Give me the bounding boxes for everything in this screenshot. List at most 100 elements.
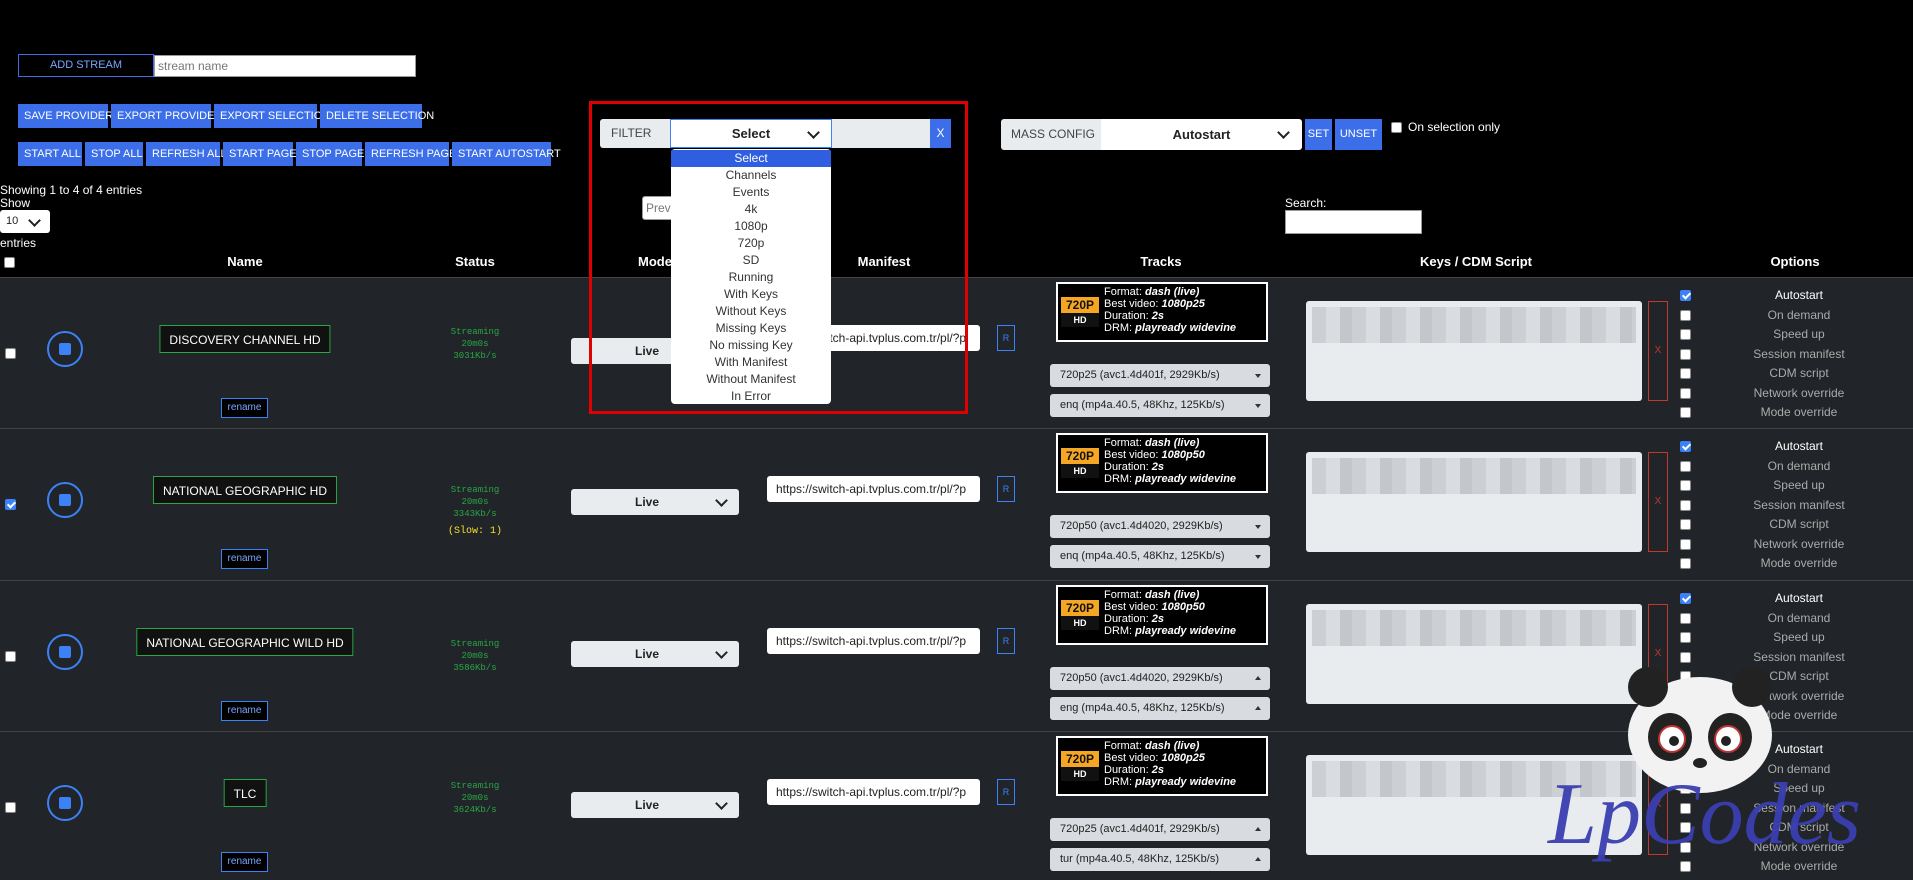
row-select-checkbox[interactable]	[5, 499, 16, 510]
refresh-manifest-button[interactable]: R	[997, 779, 1015, 805]
rename-button[interactable]: rename	[221, 549, 268, 569]
manifest-input[interactable]: https://switch-api.tvplus.com.tr/pl/?p	[767, 476, 980, 502]
column-header-keys[interactable]: Keys / CDM Script	[1376, 254, 1576, 269]
search-label: Search:	[1285, 196, 1327, 210]
stop-stream-button[interactable]	[47, 482, 83, 518]
audio-track-select[interactable]: eng (mp4a.40.5, 48Khz, 125Kb/s)	[1050, 697, 1270, 720]
on-selection-only-checkbox[interactable]	[1391, 122, 1402, 133]
track-info: 720P HD Format: dash (live) Best video: …	[1056, 736, 1268, 796]
option-checkbox[interactable]	[1680, 480, 1691, 491]
option-checkbox[interactable]	[1680, 499, 1691, 511]
option-checkbox[interactable]	[1680, 593, 1691, 604]
mass-config-set-button[interactable]: SET	[1305, 119, 1332, 150]
audio-track-select[interactable]: enq (mp4a.40.5, 48Khz, 125Kb/s)	[1050, 545, 1270, 568]
option-label: CDM script	[1769, 366, 1829, 380]
drm-label: DRM:	[1104, 625, 1133, 637]
video-track-select[interactable]: 720p25 (avc1.4d401f, 2929Kb/s)	[1050, 364, 1270, 387]
search-input[interactable]	[1285, 210, 1422, 234]
chevron-down-icon	[1277, 126, 1290, 139]
row-select-checkbox[interactable]	[5, 348, 16, 359]
option-checkbox[interactable]	[1680, 368, 1691, 379]
status-state: Streaming	[450, 485, 500, 495]
column-header-tracks[interactable]: Tracks	[1101, 254, 1221, 269]
toolbar-button-start-autostart[interactable]: START AUTOSTART	[452, 142, 561, 166]
caret-down-icon	[1255, 555, 1261, 559]
option-checkbox[interactable]	[1680, 632, 1691, 643]
keys-textarea[interactable]	[1306, 301, 1642, 401]
clear-keys-button[interactable]: X	[1648, 301, 1668, 401]
toolbar-button-refresh-page[interactable]: REFRESH PAGE	[365, 142, 456, 166]
audio-track-select[interactable]: tur (mp4a.40.5, 48Khz, 125Kb/s)	[1050, 848, 1270, 871]
mode-select[interactable]: Live	[571, 792, 739, 818]
stop-stream-button[interactable]	[47, 785, 83, 821]
option-checkbox[interactable]	[1680, 348, 1691, 360]
column-header-name[interactable]: Name	[185, 254, 305, 269]
option-label: On demand	[1767, 458, 1831, 473]
caret-down-icon	[1255, 374, 1261, 378]
option-checkbox[interactable]	[1680, 407, 1691, 418]
rename-button[interactable]: rename	[221, 701, 268, 721]
option-checkbox[interactable]	[1680, 558, 1691, 569]
option-checkbox[interactable]	[1680, 329, 1691, 340]
toolbar-button-delete-selection[interactable]: DELETE SELECTION	[320, 104, 434, 128]
toolbar-button-export-provider[interactable]: EXPORT PROVIDER	[111, 104, 222, 128]
select-all-checkbox[interactable]	[4, 257, 15, 268]
caret-up-icon	[1255, 827, 1261, 831]
row-select-checkbox[interactable]	[5, 802, 16, 813]
toolbar-button-save-provider[interactable]: SAVE PROVIDER	[18, 104, 113, 128]
keys-textarea[interactable]	[1306, 452, 1642, 552]
refresh-manifest-button[interactable]: R	[997, 325, 1015, 351]
option-checkbox[interactable]	[1680, 309, 1691, 321]
stop-stream-button[interactable]	[47, 331, 83, 367]
option-checkbox[interactable]	[1680, 538, 1691, 550]
manifest-input[interactable]: https://switch-api.tvplus.com.tr/pl/?p	[767, 779, 980, 805]
option-checkbox[interactable]	[1680, 460, 1691, 472]
refresh-manifest-button[interactable]: R	[997, 476, 1015, 502]
resolution-badge: 720P HD	[1061, 297, 1099, 327]
drm-label: DRM:	[1104, 322, 1133, 334]
option-checkbox[interactable]	[1680, 612, 1691, 624]
clear-keys-button[interactable]: X	[1648, 452, 1668, 552]
rename-button[interactable]: rename	[221, 852, 268, 872]
column-header-status[interactable]: Status	[415, 254, 535, 269]
keys-textarea[interactable]	[1306, 604, 1642, 704]
manifest-input[interactable]: https://switch-api.tvplus.com.tr/pl/?p	[767, 628, 980, 654]
stop-icon	[59, 797, 71, 809]
mass-config-selected-value: Autostart	[1172, 127, 1231, 142]
toolbar-button-stop-all[interactable]: STOP ALL	[85, 142, 143, 166]
row-select-checkbox[interactable]	[5, 651, 16, 662]
option-checkbox[interactable]	[1680, 290, 1691, 301]
video-track-value: 720p25 (avc1.4d401f, 2929Kb/s)	[1060, 823, 1220, 835]
status-duration: 20m0s	[461, 339, 489, 349]
option-checkbox[interactable]	[1680, 387, 1691, 399]
video-track-select[interactable]: 720p25 (avc1.4d401f, 2929Kb/s)	[1050, 818, 1270, 841]
mode-select[interactable]: Live	[571, 489, 739, 515]
caret-up-icon	[1255, 676, 1261, 680]
option-checkbox[interactable]	[1680, 519, 1691, 530]
option-checkbox[interactable]	[1680, 441, 1691, 452]
duration-label: Duration:	[1104, 310, 1149, 322]
toolbar-button-start-all[interactable]: START ALL	[18, 142, 82, 166]
toolbar-button-start-page[interactable]: START PAGE	[223, 142, 297, 166]
duration-label: Duration:	[1104, 461, 1149, 473]
mode-select[interactable]: Live	[571, 641, 739, 667]
video-track-select[interactable]: 720p50 (avc1.4d4020, 2929Kb/s)	[1050, 515, 1270, 538]
resolution-badge: 720P HD	[1061, 600, 1099, 630]
toolbar-button-export-selection[interactable]: EXPORT SELECTION	[214, 104, 330, 128]
column-header-options[interactable]: Options	[1735, 254, 1855, 269]
chevron-down-icon	[715, 494, 728, 507]
mass-config-select[interactable]: Autostart	[1101, 119, 1302, 150]
refresh-manifest-button[interactable]: R	[997, 628, 1015, 654]
option-label: CDM script	[1769, 517, 1829, 531]
stop-stream-button[interactable]	[47, 634, 83, 670]
toolbar-button-stop-page[interactable]: STOP PAGE	[296, 142, 364, 166]
add-stream-button[interactable]: ADD STREAM	[18, 54, 154, 77]
format-label: Format:	[1104, 589, 1142, 601]
mass-config-unset-button[interactable]: UNSET	[1335, 119, 1382, 150]
audio-track-select[interactable]: enq (mp4a.40.5, 48Khz, 125Kb/s)	[1050, 394, 1270, 417]
toolbar-button-refresh-all[interactable]: REFRESH ALL	[146, 142, 227, 166]
video-track-select[interactable]: 720p50 (avc1.4d4020, 2929Kb/s)	[1050, 667, 1270, 690]
stream-name-input[interactable]	[154, 55, 416, 77]
page-size-select[interactable]: 10	[0, 210, 50, 233]
rename-button[interactable]: rename	[221, 398, 268, 418]
